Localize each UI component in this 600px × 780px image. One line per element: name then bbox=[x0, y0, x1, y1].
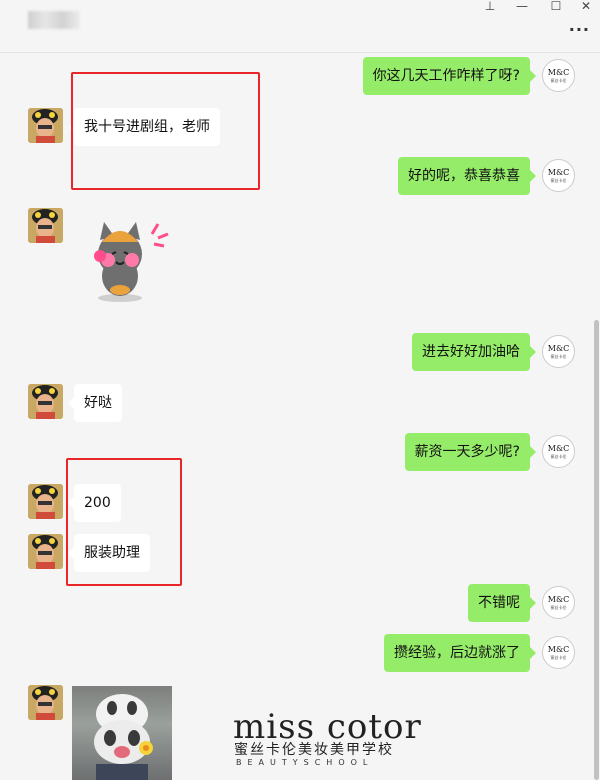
dog-photo[interactable] bbox=[72, 686, 172, 780]
message-bubble-sent[interactable]: 你这几天工作咋样了呀? bbox=[362, 57, 537, 95]
title-bar: ⊥ — ☐ ✕ ··· bbox=[0, 0, 600, 53]
avatar-logo-subtext: 蜜丝卡伦 bbox=[550, 78, 567, 83]
more-options-icon[interactable]: ··· bbox=[569, 20, 590, 39]
dog-photo-image bbox=[94, 694, 153, 780]
avatar-logo-text: M&C bbox=[547, 444, 570, 453]
watermark-subtitle-en: BEAUTYSCHOOL bbox=[236, 758, 374, 767]
maximize-icon[interactable]: ☐ bbox=[546, 0, 566, 14]
contact-avatar-image bbox=[28, 208, 63, 243]
contact-avatar-image bbox=[28, 384, 63, 419]
minimize-icon[interactable]: — bbox=[512, 0, 532, 14]
avatar-logo-text: M&C bbox=[547, 168, 570, 177]
self-avatar[interactable]: M&C 蜜丝卡伦 bbox=[542, 636, 575, 669]
contact-avatar[interactable] bbox=[28, 685, 63, 720]
contact-avatar[interactable] bbox=[28, 534, 63, 569]
message-bubble-sent[interactable]: 不错呢 bbox=[468, 584, 536, 622]
contact-avatar[interactable] bbox=[28, 484, 63, 519]
close-icon[interactable]: ✕ bbox=[576, 0, 596, 14]
avatar-logo-subtext: 蜜丝卡伦 bbox=[550, 655, 567, 660]
message-bubble-sent[interactable]: 进去好好加油哈 bbox=[412, 333, 536, 371]
highlight-box bbox=[71, 72, 260, 190]
avatar-logo-subtext: 蜜丝卡伦 bbox=[550, 178, 567, 183]
contact-avatar-image bbox=[28, 685, 63, 720]
avatar-logo-subtext: 蜜丝卡伦 bbox=[550, 605, 567, 610]
chat-scrollbar[interactable] bbox=[594, 320, 599, 780]
self-avatar[interactable]: M&C 蜜丝卡伦 bbox=[542, 159, 575, 192]
message-bubble-received[interactable]: 好哒 bbox=[68, 384, 122, 422]
message-bubble-sent[interactable]: 薪资一天多少呢? bbox=[404, 433, 537, 471]
contact-avatar[interactable] bbox=[28, 108, 63, 143]
message-bubble-sent[interactable]: 好的呢，恭喜恭喜 bbox=[398, 157, 536, 195]
cat-sticker-icon bbox=[94, 222, 169, 302]
avatar-logo-text: M&C bbox=[547, 68, 570, 77]
highlight-box bbox=[66, 458, 182, 586]
avatar-logo-text: M&C bbox=[547, 595, 570, 604]
avatar-logo-subtext: 蜜丝卡伦 bbox=[550, 354, 567, 359]
cat-sticker[interactable] bbox=[88, 216, 174, 308]
message-bubble-sent[interactable]: 攒经验，后边就涨了 bbox=[384, 634, 536, 672]
contact-avatar-image bbox=[28, 108, 63, 143]
self-avatar[interactable]: M&C 蜜丝卡伦 bbox=[542, 335, 575, 368]
avatar-logo-text: M&C bbox=[547, 645, 570, 654]
avatar-logo-text: M&C bbox=[547, 344, 570, 353]
self-avatar[interactable]: M&C 蜜丝卡伦 bbox=[542, 586, 575, 619]
self-avatar[interactable]: M&C 蜜丝卡伦 bbox=[542, 59, 575, 92]
contact-avatar[interactable] bbox=[28, 208, 63, 243]
avatar-logo-subtext: 蜜丝卡伦 bbox=[550, 454, 567, 459]
contact-avatar-image bbox=[28, 534, 63, 569]
contact-name-blurred bbox=[28, 11, 80, 29]
self-avatar[interactable]: M&C 蜜丝卡伦 bbox=[542, 435, 575, 468]
contact-avatar[interactable] bbox=[28, 384, 63, 419]
contact-avatar-image bbox=[28, 484, 63, 519]
pin-icon[interactable]: ⊥ bbox=[480, 0, 500, 14]
